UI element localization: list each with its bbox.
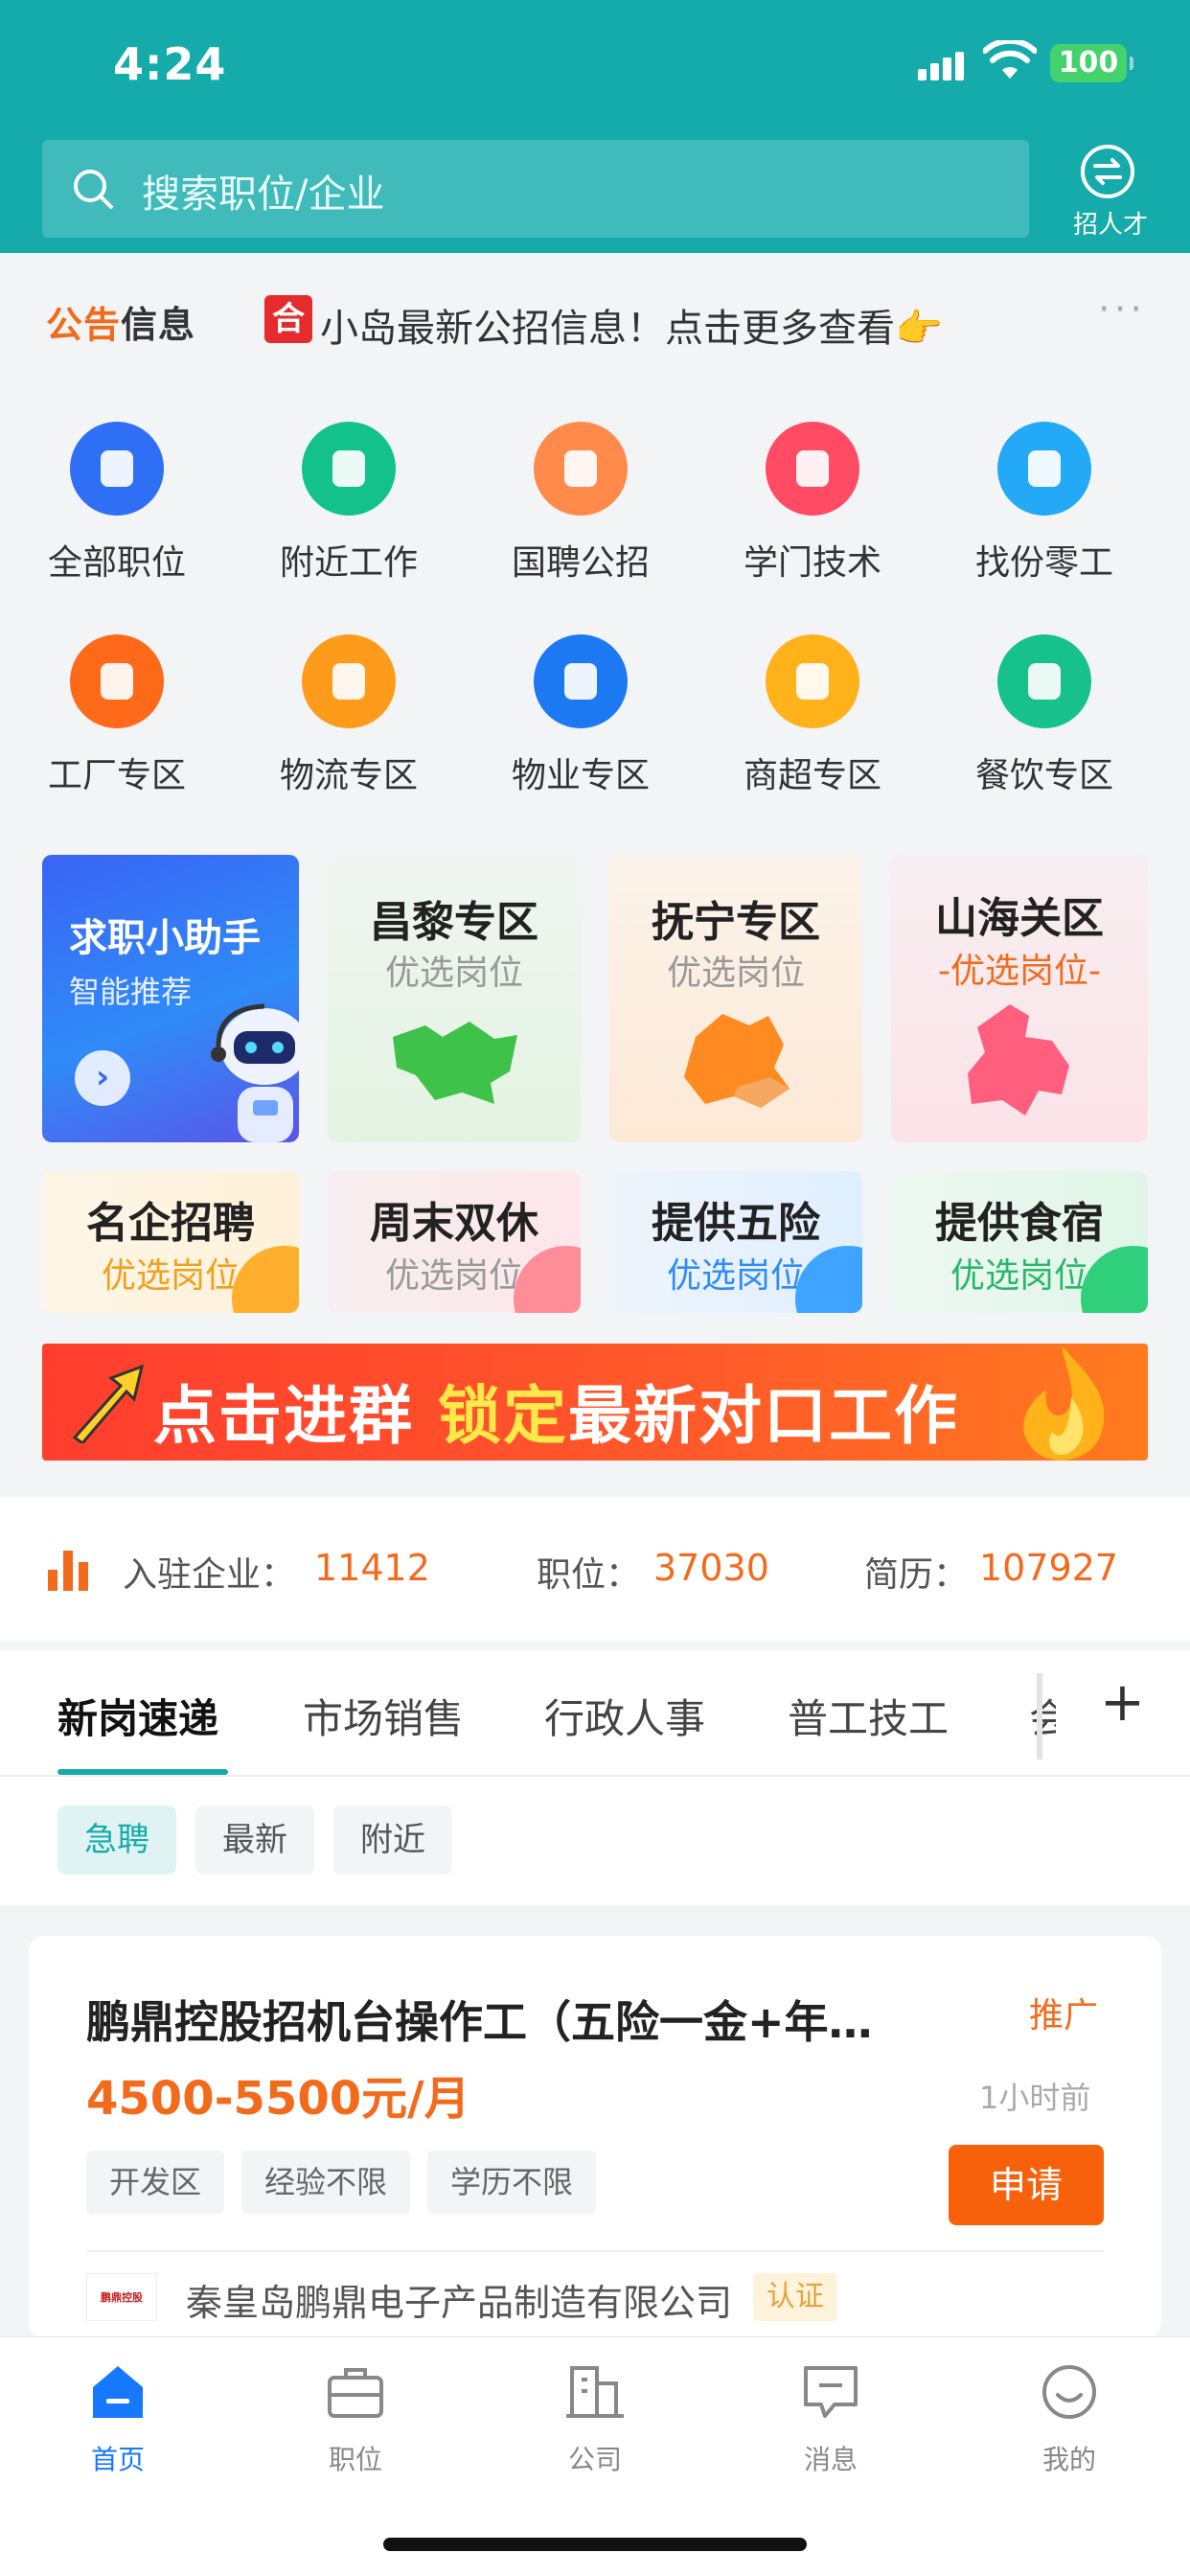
smiley-icon [1042,2365,1096,2419]
platform-stats: 入驻企业： 11412 职位： 37030 简历： 107927 [0,1497,1190,1641]
search-icon [74,170,113,209]
funing-map-icon [684,1014,790,1108]
region-card-changli[interactable]: 昌黎专区 优选岗位 [328,855,581,1142]
category-supermarket[interactable]: 商超专区 [717,634,908,797]
job-tag-education: 学历不限 [427,2150,597,2214]
announcement-badge: 合 [264,295,312,343]
job-post-time: 1小时前 [979,2080,1091,2116]
tie-icon [70,422,164,516]
nav-profile[interactable]: 我的 [993,2362,1146,2477]
filter-nearby[interactable]: 附近 [333,1806,452,1874]
announcement-title: 公告信息 [46,304,196,346]
category-catering[interactable]: 餐饮专区 [949,634,1140,797]
region-card-funing[interactable]: 抚宁专区 优选岗位 [609,855,862,1142]
banner-text: 点击进群 锁定最新对口工作 [153,1379,959,1453]
cellular-signal-icon [918,52,966,80]
category-factory[interactable]: 工厂专区 [21,634,213,797]
add-tab-icon[interactable]: + [1100,1671,1145,1734]
job-tag-location: 开发区 [86,2150,225,2214]
home-indicator [383,2538,807,2551]
calendar-check-icon [766,634,859,728]
briefcase-icon [328,2368,383,2418]
home-icon [93,2366,143,2418]
nav-home[interactable]: 首页 [41,2362,195,2477]
robot-icon [211,1003,299,1142]
feature-card-insurance[interactable]: 提供五险 优选岗位 [609,1171,862,1313]
companies-label: 入驻企业： [123,1555,296,1595]
tab-divider [0,1775,1190,1777]
category-grid: 全部职位 附近工作 国聘公招 学门技术 找份零工 工厂专区 物流专区 物业专区 … [0,387,1190,838]
join-group-banner[interactable]: 点击进群 锁定最新对口工作 [42,1344,1148,1460]
bar-chart-icon [48,1551,88,1591]
company-logo: 鹏鼎控股 [86,2273,157,2321]
category-property[interactable]: 物业专区 [485,634,676,797]
feature-card-room-board[interactable]: 提供食宿 优选岗位 [891,1171,1148,1313]
nav-jobs[interactable]: 职位 [279,2362,432,2477]
tab-scroll-edge [1037,1673,1042,1760]
category-learn-skill[interactable]: 学门技术 [717,422,908,585]
header: 4:24 100 搜索职位/企业 招人才 [0,0,1190,253]
changli-map-icon [393,1022,517,1104]
region-card-shanhaiguan[interactable]: 山海关区 -优选岗位- [891,855,1148,1142]
status-time: 4:24 [113,38,227,90]
category-all-jobs[interactable]: 全部职位 [21,422,213,585]
resumes-count: 107927 [979,1547,1119,1589]
megaphone-icon [534,422,628,516]
chevron-right-icon[interactable]: › [75,1050,130,1106]
recruit-button[interactable]: 招人才 [1067,205,1154,241]
search-placeholder: 搜索职位/企业 [142,172,385,217]
job-divider [86,2250,1104,2252]
battery-indicator: 100 [1050,44,1133,82]
house-icon [534,634,628,728]
assistant-title: 求职小助手 [69,916,261,960]
feature-card-famous-companies[interactable]: 名企招聘 优选岗位 [42,1171,299,1313]
jobs-count: 37030 [653,1547,769,1589]
message-icon [804,2366,858,2418]
filter-urgent[interactable]: 急聘 [57,1806,176,1874]
tab-general-labor[interactable]: 普工技工 [788,1687,949,1745]
companies-count: 11412 [314,1547,430,1589]
package-icon [302,634,396,728]
location-pin-icon [302,422,396,516]
job-salary: 4500-5500元/月 [86,2072,470,2126]
category-logistics[interactable]: 物流专区 [253,634,445,797]
verified-badge: 认证 [753,2273,837,2321]
feature-card-weekends-off[interactable]: 周末双休 优选岗位 [328,1171,581,1313]
job-card[interactable]: 鹏鼎控股招机台操作工（五险一金+年… 推广 4500-5500元/月 1小时前 … [29,1936,1161,2338]
nav-messages[interactable]: 消息 [754,2362,907,2477]
promoted-badge: 推广 [1029,1996,1099,2036]
tab-admin-hr[interactable]: 行政人事 [544,1687,705,1745]
resumes-label: 简历： [864,1555,969,1595]
more-icon[interactable]: ··· [1098,288,1146,332]
flame-icon [1023,1346,1105,1460]
category-public-recruit[interactable]: 国聘公招 [485,422,676,585]
toolbox-icon [766,422,859,516]
search-input[interactable]: 搜索职位/企业 [42,140,1029,238]
jobs-label: 职位： [537,1555,641,1595]
assistant-subtitle: 智能推荐 [69,974,193,1010]
tab-more-cut[interactable]: 会 [1029,1687,1056,1745]
category-nearby[interactable]: 附近工作 [253,422,445,585]
job-assistant-card[interactable]: 求职小助手 智能推荐 › [42,855,299,1142]
apply-button[interactable]: 申请 [949,2145,1104,2225]
wifi-icon [983,40,1037,79]
compass-icon [997,422,1091,516]
job-tag-experience: 经验不限 [241,2150,411,2214]
category-odd-jobs[interactable]: 找份零工 [949,422,1140,585]
company-name[interactable]: 秦皇岛鹏鼎电子产品制造有限公司 [186,2273,732,2326]
switch-arrows-icon[interactable] [1080,144,1135,199]
tab-sales[interactable]: 市场销售 [303,1687,464,1745]
job-title[interactable]: 鹏鼎控股招机台操作工（五险一金+年… [86,1988,873,2051]
document-icon [70,634,164,728]
bell-icon [997,634,1091,728]
arrow-up-right-icon [72,1364,145,1443]
announcement-text[interactable]: 小岛最新公招信息！点击更多查看👉 [320,297,943,353]
announcement-bar[interactable]: 公告信息 合 小岛最新公招信息！点击更多查看👉 ··· [0,253,1190,387]
filter-latest[interactable]: 最新 [195,1806,314,1874]
tab-new-jobs[interactable]: 新岗速递 [57,1687,218,1745]
nav-company[interactable]: 公司 [518,2362,672,2477]
building-icon [566,2366,624,2418]
job-tabs: 新岗速递 市场销售 行政人事 普工技工 会 + 急聘 最新 附近 [0,1650,1190,1905]
shanhaiguan-map-icon [968,1004,1069,1116]
